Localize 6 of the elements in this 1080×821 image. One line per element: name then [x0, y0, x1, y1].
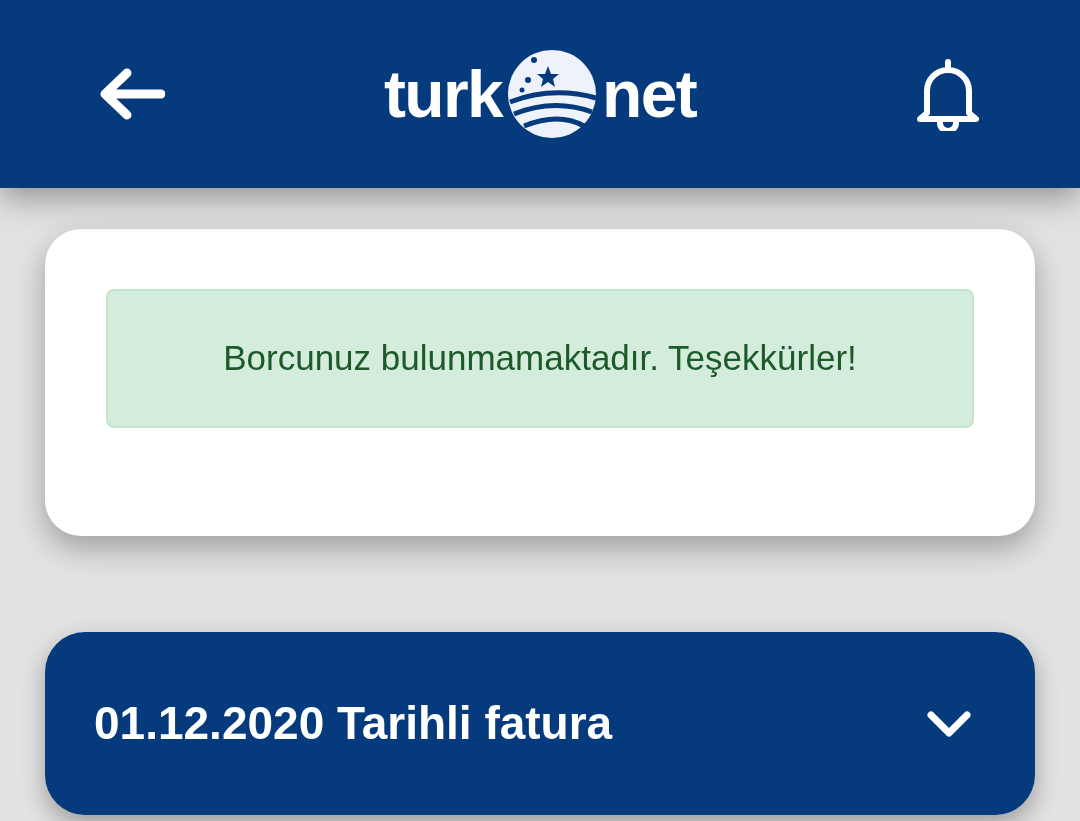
- invoice-accordion[interactable]: 01.12.2020 Tarihli fatura: [45, 632, 1035, 815]
- bell-icon: [915, 57, 981, 131]
- logo-text: turk: [383, 61, 502, 127]
- success-alert: Borcunuz bulunmamaktadır. Teşekkürler!: [106, 289, 974, 428]
- logo-text: net: [602, 61, 697, 127]
- back-arrow-icon: [99, 68, 165, 120]
